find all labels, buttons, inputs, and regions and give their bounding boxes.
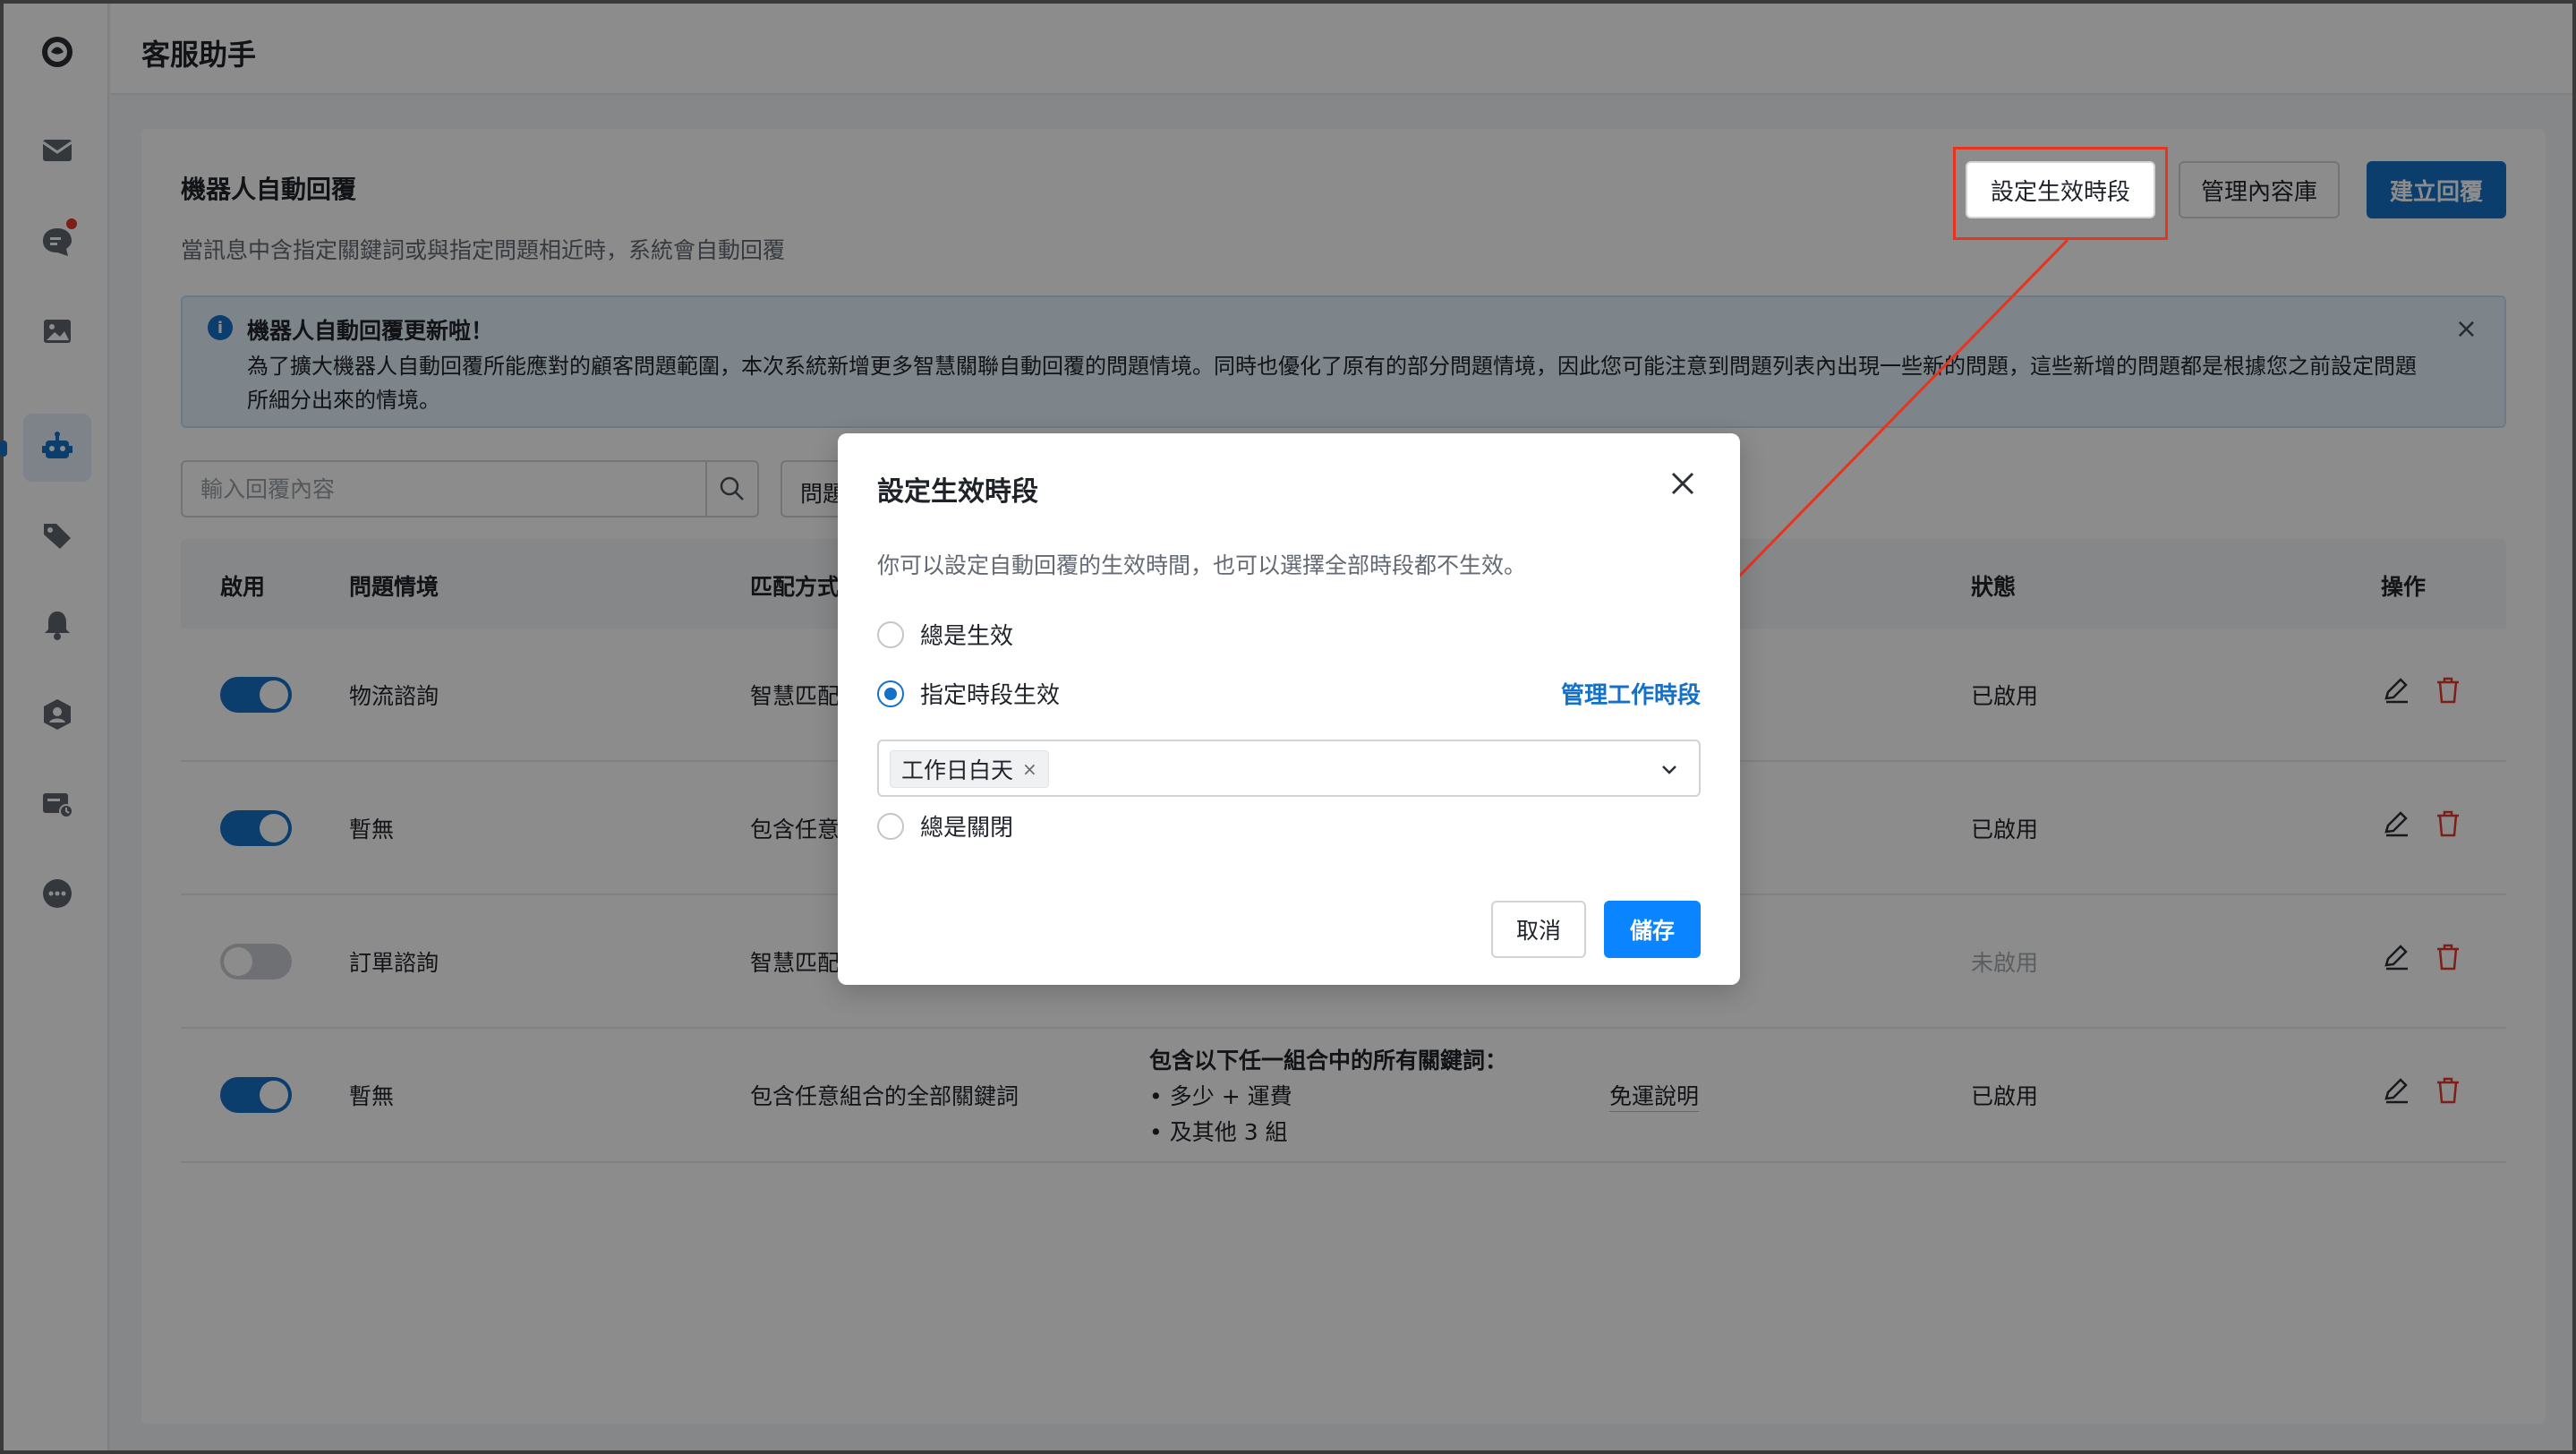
option-label: 總是關閉 xyxy=(920,815,1014,842)
cancel-button[interactable]: 取消 xyxy=(1491,901,1586,958)
radio-icon[interactable] xyxy=(877,620,904,648)
modal-description: 你可以設定自動回覆的生效時間，也可以選擇全部時段都不生效。 xyxy=(877,552,1527,578)
option-label: 指定時段生效 xyxy=(920,682,1061,709)
tag-label: 工作日白天 xyxy=(901,757,1014,783)
option-scheduled[interactable]: 指定時段生效 xyxy=(877,677,1060,710)
selected-tag: 工作日白天 × xyxy=(890,750,1049,788)
close-icon[interactable] xyxy=(1665,466,1701,501)
chevron-down-icon[interactable] xyxy=(1658,757,1681,781)
radio-icon[interactable] xyxy=(877,812,904,840)
option-always-on[interactable]: 總是生效 xyxy=(877,618,1013,651)
save-button[interactable]: 儲存 xyxy=(1604,901,1701,958)
schedule-modal: 設定生效時段 你可以設定自動回覆的生效時間，也可以選擇全部時段都不生效。 總是生… xyxy=(838,433,1740,985)
manage-hours-link[interactable]: 管理工作時段 xyxy=(1561,677,1701,710)
option-label: 總是生效 xyxy=(920,623,1014,650)
option-always-off[interactable]: 總是關閉 xyxy=(877,809,1013,842)
remove-tag-icon[interactable]: × xyxy=(1022,758,1037,780)
modal-title: 設定生效時段 xyxy=(877,476,1038,508)
highlight-box xyxy=(1953,147,2168,240)
time-period-select[interactable]: 工作日白天 × xyxy=(877,740,1701,797)
radio-icon[interactable] xyxy=(877,680,904,707)
